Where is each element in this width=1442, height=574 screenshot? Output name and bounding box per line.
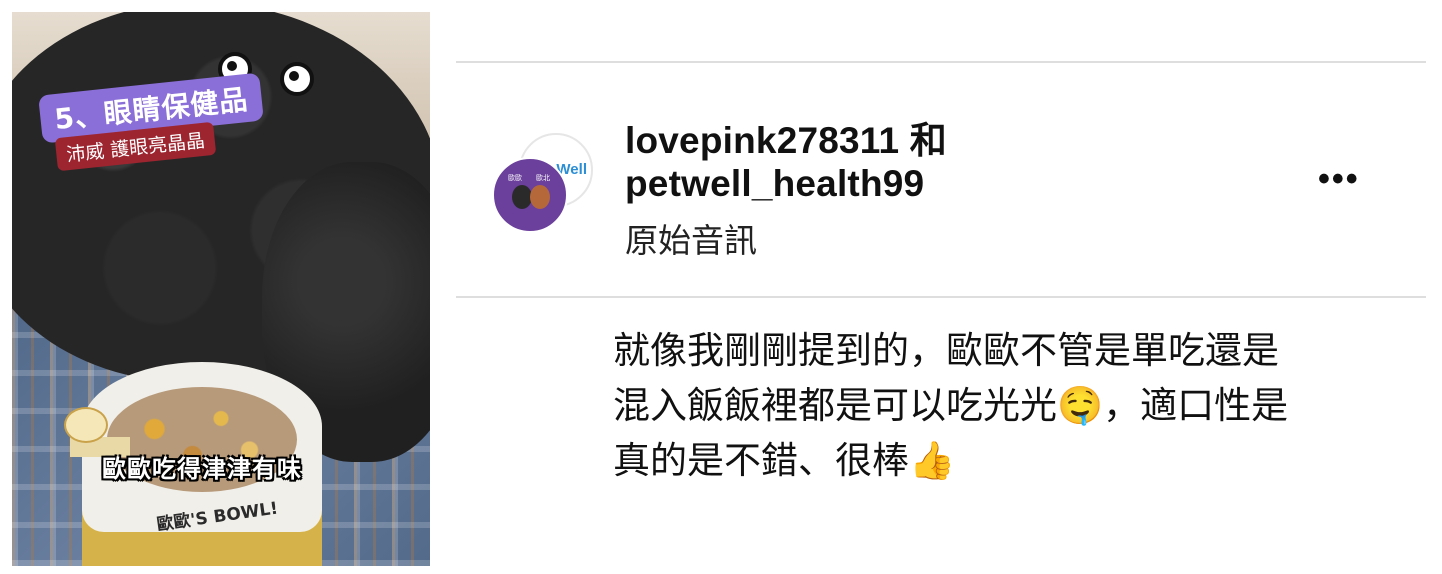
comment-text: 就像我剛剛提到的，歐歐不管是單吃還是 混入飯飯裡都是可以吃光光🤤，適口性是 真的… (613, 323, 1373, 488)
username-link-2[interactable]: petwell_health99 (625, 163, 924, 205)
username-link-1[interactable]: lovepink278311 和 (625, 110, 947, 164)
googly-eye-icon (280, 62, 314, 96)
more-options-icon[interactable]: ••• (1318, 160, 1360, 199)
avatar-lovepink[interactable]: 歐歐 歐北 (492, 157, 568, 233)
divider-top (456, 61, 1426, 63)
pup-icon (512, 185, 532, 209)
video-caption: 歐歐吃得津津有味 (102, 455, 302, 483)
comment-line: 混入飯飯裡都是可以吃光光🤤，適口性是 (613, 384, 1289, 427)
video-thumbnail[interactable]: 歐歐'S BOWL! 5、眼睛保健品 沛威 護眼亮晶晶 歐歐吃得津津有味 (12, 12, 430, 566)
avatar-label: 歐北 (536, 175, 550, 182)
pup-icon (530, 185, 550, 209)
audio-label[interactable]: 原始音訊 (625, 214, 757, 262)
comment-line: 真的是不錯、很棒👍 (613, 439, 956, 482)
divider-middle (456, 296, 1426, 298)
avatar-label: 歐歐 (508, 175, 522, 182)
cute-sticker-icon (64, 407, 108, 443)
comment-line: 就像我剛剛提到的，歐歐不管是單吃還是 (613, 329, 1279, 372)
